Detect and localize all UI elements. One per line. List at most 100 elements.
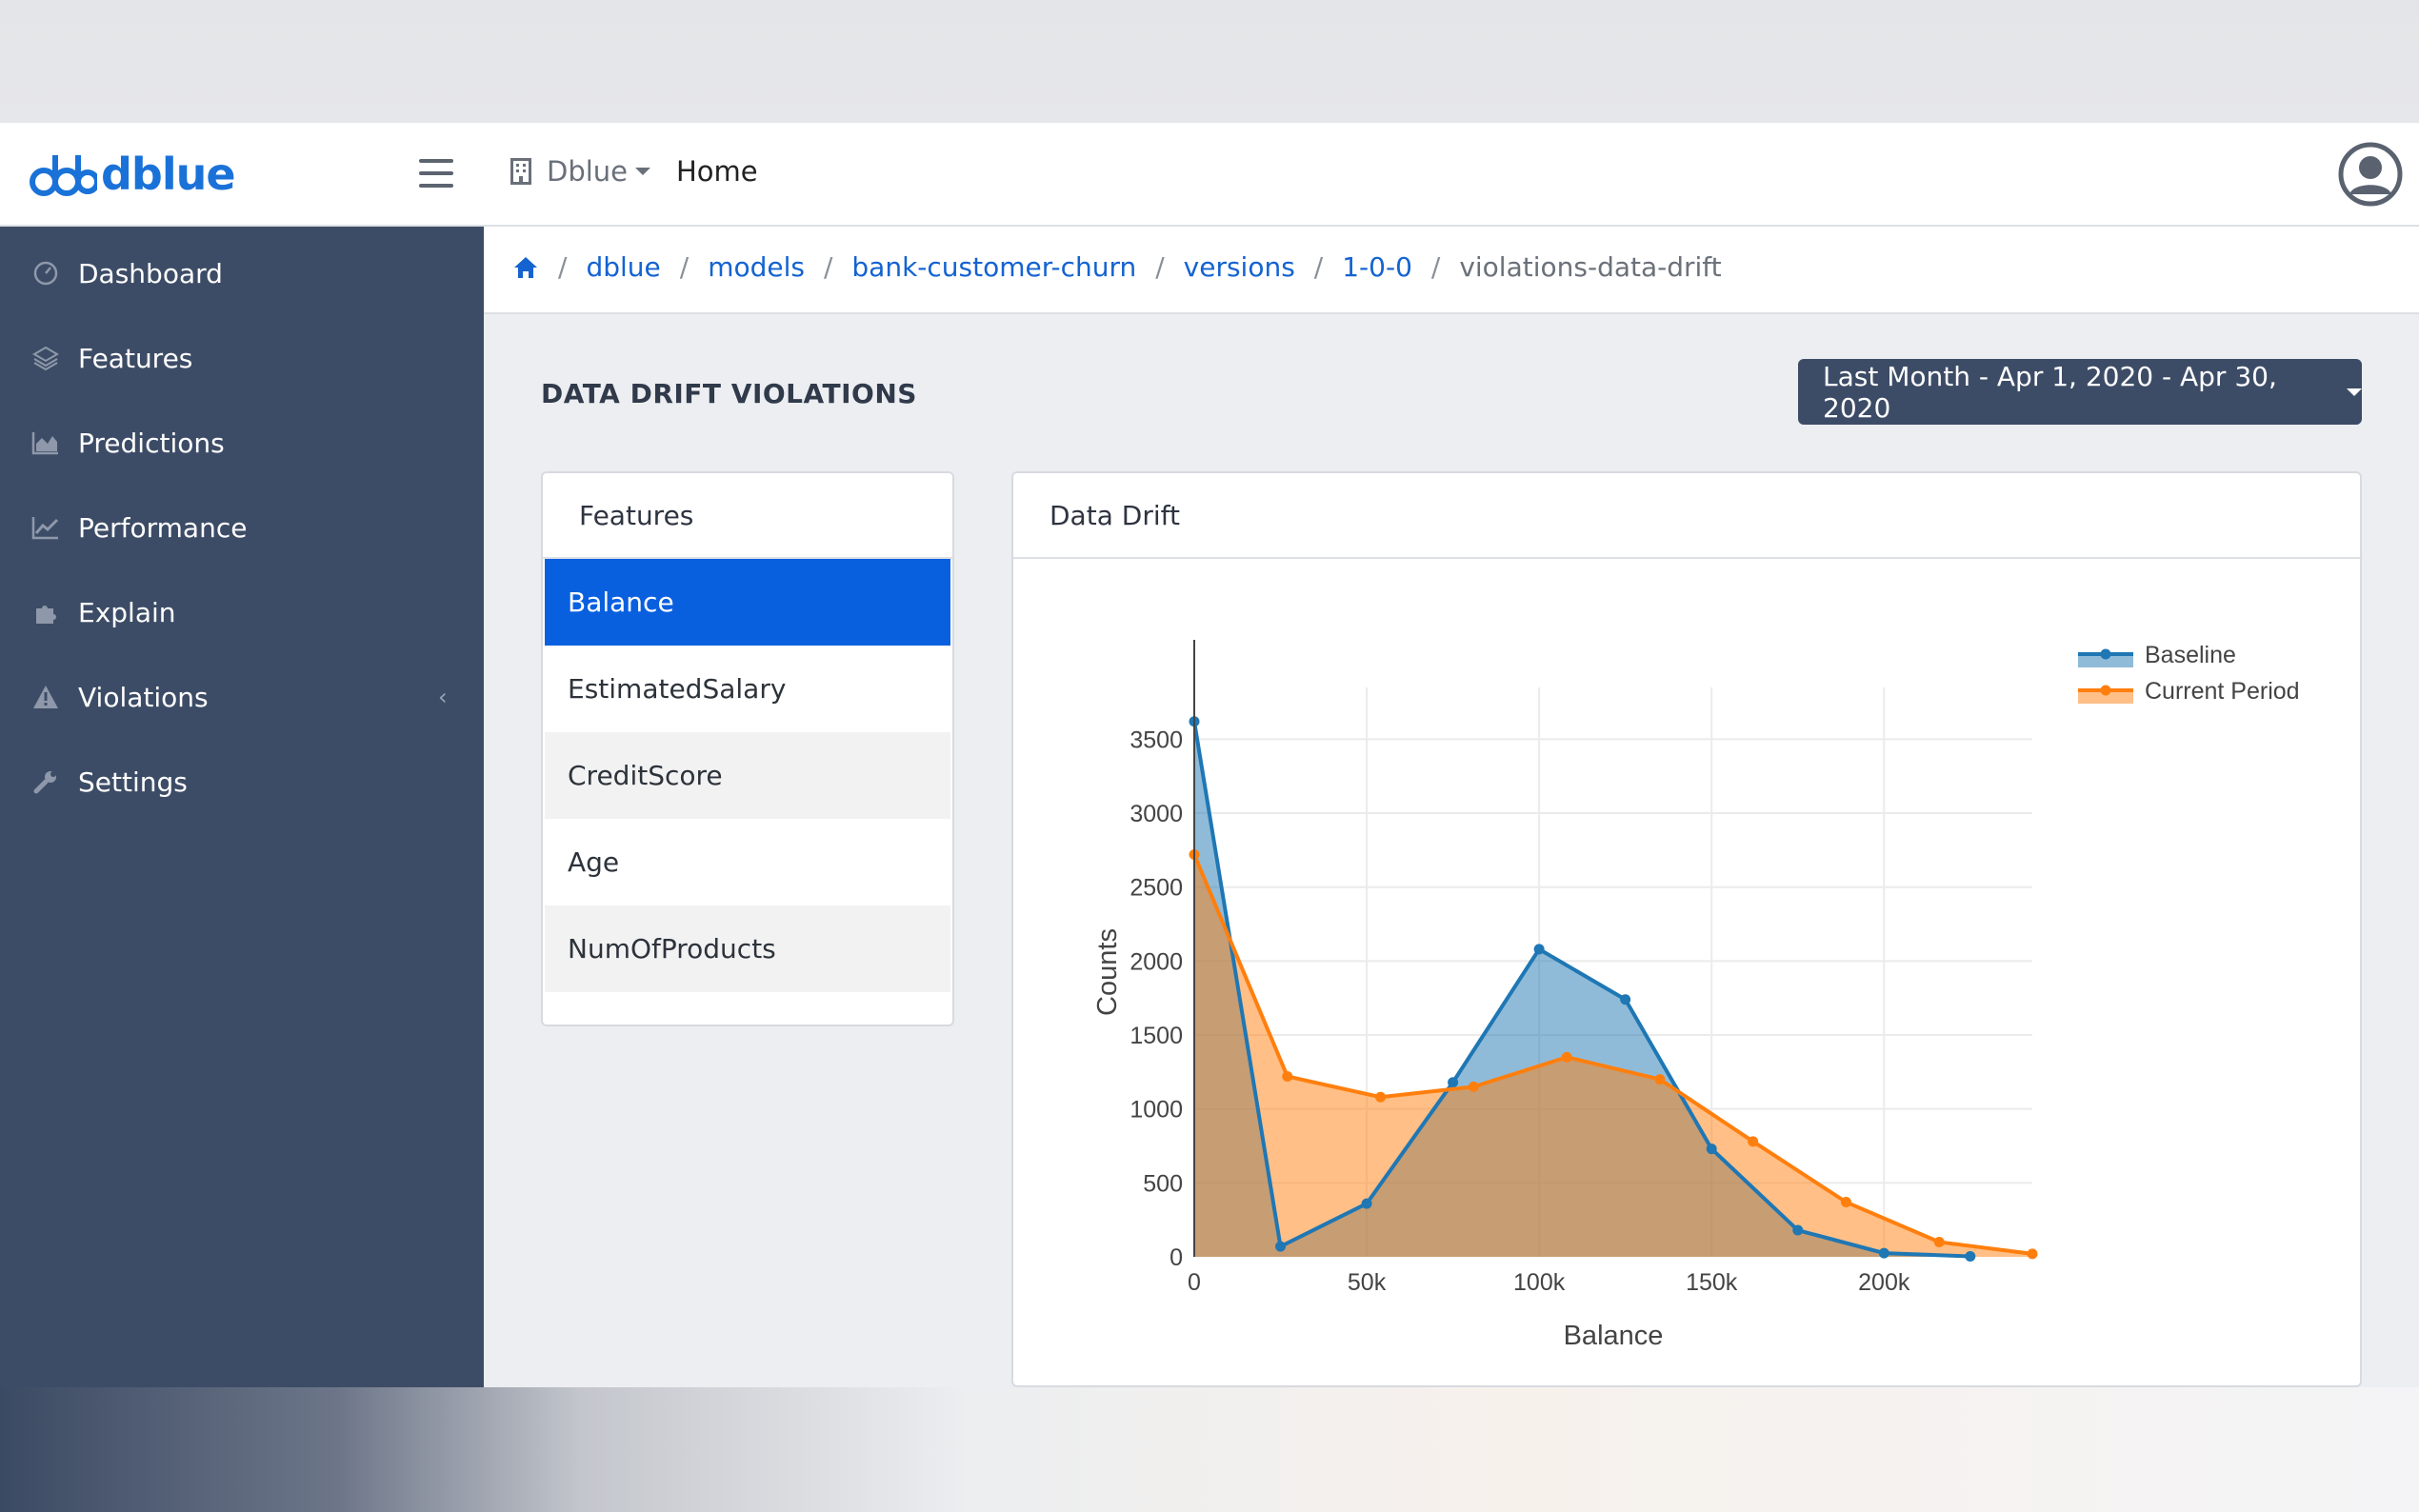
legend-marker-baseline bbox=[2100, 648, 2111, 660]
breadcrumb-item-models[interactable]: models bbox=[708, 251, 805, 283]
feature-item-creditscore[interactable]: CreditScore bbox=[545, 732, 950, 819]
data-point-baseline bbox=[1965, 1251, 1976, 1263]
x-tick-label: 50k bbox=[1348, 1269, 1387, 1296]
data-point-current-period bbox=[1933, 1236, 1945, 1247]
y-tick-label: 2500 bbox=[1130, 875, 1183, 902]
page-title: DATA DRIFT VIOLATIONS bbox=[541, 378, 917, 409]
sidebar-item-label: Features bbox=[78, 342, 193, 374]
layers-icon bbox=[30, 343, 61, 373]
feature-item-numofproducts[interactable]: NumOfProducts bbox=[545, 905, 950, 992]
sidebar-item-label: Violations bbox=[78, 681, 209, 713]
data-drift-card: Data Drift 0 500 1000 1500 2000 2500 3000 3500 0… bbox=[1011, 471, 2362, 1387]
org-label: Dblue bbox=[547, 155, 629, 188]
breadcrumb-separator: / bbox=[1155, 251, 1165, 283]
chevron-down-icon bbox=[635, 168, 651, 175]
menu-toggle-icon[interactable] bbox=[419, 159, 453, 188]
sidebar-item-label: Explain bbox=[78, 596, 176, 628]
sidebar-item-label: Performance bbox=[78, 511, 248, 544]
data-point-baseline bbox=[1361, 1198, 1372, 1209]
chevron-down-icon bbox=[2347, 388, 2362, 396]
sidebar: Dashboard Features Predictions Performan… bbox=[0, 227, 484, 1387]
legend-marker-current-period bbox=[2100, 685, 2111, 696]
y-tick-label: 2000 bbox=[1130, 948, 1183, 975]
sidebar-item-label: Predictions bbox=[78, 427, 225, 459]
data-point-baseline bbox=[1448, 1077, 1459, 1088]
breadcrumb-separator: / bbox=[1313, 251, 1324, 283]
data-point-current-period bbox=[1468, 1081, 1479, 1092]
breadcrumb-item-versions[interactable]: versions bbox=[1184, 251, 1295, 283]
data-point-baseline bbox=[1706, 1144, 1717, 1155]
dashboard-icon bbox=[30, 258, 61, 288]
feature-item-estimatedsalary[interactable]: EstimatedSalary bbox=[545, 646, 950, 732]
breadcrumb-separator: / bbox=[679, 251, 690, 283]
breadcrumb-separator: / bbox=[1430, 251, 1441, 283]
y-tick-label: 500 bbox=[1143, 1170, 1183, 1197]
feature-item-balance[interactable]: Balance bbox=[545, 559, 950, 646]
org-dropdown[interactable]: Dblue bbox=[510, 155, 651, 188]
home-icon[interactable] bbox=[512, 255, 539, 280]
data-point-current-period bbox=[1654, 1074, 1666, 1085]
data-point-baseline bbox=[1275, 1241, 1287, 1252]
sidebar-item-violations[interactable]: Violations ‹ bbox=[0, 664, 484, 730]
breadcrumb: / dblue / models / bank-customer-churn /… bbox=[512, 251, 1722, 283]
sidebar-item-label: Settings bbox=[78, 766, 188, 798]
sidebar-item-dashboard[interactable]: Dashboard bbox=[0, 240, 484, 307]
data-point-current-period bbox=[2027, 1248, 2038, 1260]
date-range-button[interactable]: Last Month - Apr 1, 2020 - Apr 30, 2020 bbox=[1798, 359, 2362, 425]
brand-logo[interactable]: dblue bbox=[29, 149, 236, 200]
features-list: Balance EstimatedSalary CreditScore Age … bbox=[545, 559, 950, 992]
user-avatar-icon[interactable] bbox=[2338, 142, 2403, 207]
date-range-label: Last Month - Apr 1, 2020 - Apr 30, 2020 bbox=[1823, 360, 2277, 424]
legend-label-baseline: Baseline bbox=[2145, 642, 2236, 668]
y-tick-label: 3500 bbox=[1130, 726, 1183, 753]
breadcrumb-separator: / bbox=[558, 251, 568, 283]
building-icon bbox=[510, 158, 531, 185]
app-window: dblue Dblue Home Dashboard Features Pred… bbox=[0, 123, 2419, 1387]
warning-icon bbox=[30, 682, 61, 712]
background-gradient bbox=[0, 1387, 2419, 1512]
wrench-icon bbox=[30, 766, 61, 797]
puzzle-icon bbox=[30, 597, 61, 627]
x-tick-label: 100k bbox=[1513, 1269, 1566, 1296]
chevron-left-icon: ‹ bbox=[438, 684, 448, 710]
breadcrumb-bar: / dblue / models / bank-customer-churn /… bbox=[484, 227, 2419, 314]
sidebar-item-predictions[interactable]: Predictions bbox=[0, 409, 484, 476]
y-tick-label: 3000 bbox=[1130, 801, 1183, 827]
data-point-current-period bbox=[1375, 1091, 1387, 1103]
data-point-baseline bbox=[1533, 944, 1545, 955]
legend-label-current-period: Current Period bbox=[2145, 678, 2300, 705]
data-point-baseline bbox=[1878, 1247, 1889, 1259]
data-point-baseline bbox=[1792, 1224, 1804, 1236]
sidebar-item-settings[interactable]: Settings bbox=[0, 748, 484, 815]
data-point-current-period bbox=[1840, 1197, 1851, 1208]
breadcrumb-current: violations-data-drift bbox=[1459, 251, 1722, 283]
x-tick-label: 200k bbox=[1858, 1269, 1910, 1296]
area-chart-icon bbox=[30, 428, 61, 458]
top-navbar: dblue Dblue Home bbox=[0, 123, 2419, 227]
features-card: Features Balance EstimatedSalary CreditS… bbox=[541, 471, 954, 1026]
breadcrumb-item-model[interactable]: bank-customer-churn bbox=[851, 251, 1136, 283]
line-chart-icon bbox=[30, 512, 61, 543]
y-axis-title: Counts bbox=[1092, 928, 1123, 1016]
home-link[interactable]: Home bbox=[676, 155, 758, 188]
sidebar-item-explain[interactable]: Explain bbox=[0, 579, 484, 646]
brand-name: dblue bbox=[101, 149, 236, 200]
breadcrumb-item-version[interactable]: 1-0-0 bbox=[1342, 251, 1412, 283]
sidebar-item-performance[interactable]: Performance bbox=[0, 494, 484, 561]
sidebar-item-features[interactable]: Features bbox=[0, 325, 484, 391]
x-axis-title: Balance bbox=[1564, 1321, 1664, 1351]
y-tick-label: 0 bbox=[1170, 1244, 1183, 1271]
y-tick-label: 1500 bbox=[1130, 1023, 1183, 1049]
features-card-title: Features bbox=[543, 473, 952, 559]
breadcrumb-item-dblue[interactable]: dblue bbox=[586, 251, 660, 283]
sidebar-item-label: Dashboard bbox=[78, 257, 223, 289]
breadcrumb-separator: / bbox=[823, 251, 833, 283]
feature-item-age[interactable]: Age bbox=[545, 819, 950, 905]
x-tick-label: 0 bbox=[1188, 1269, 1201, 1296]
x-tick-label: 150k bbox=[1686, 1269, 1738, 1296]
data-drift-chart: 0 500 1000 1500 2000 2500 3000 3500 0 50k 100k 150k… bbox=[1092, 640, 2300, 1351]
data-point-current-period bbox=[1748, 1136, 1759, 1147]
data-point-baseline bbox=[1620, 994, 1631, 1005]
dblue-logo-icon bbox=[30, 155, 97, 196]
y-tick-label: 1000 bbox=[1130, 1097, 1183, 1124]
